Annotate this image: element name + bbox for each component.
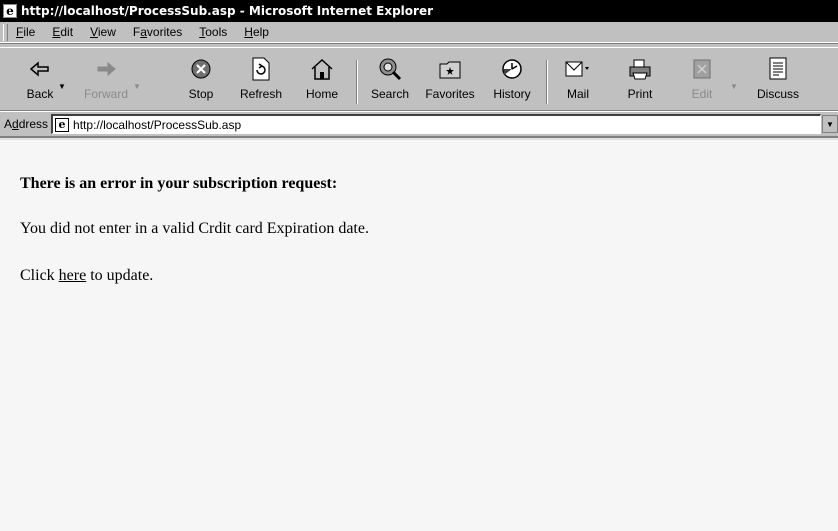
menu-edit[interactable]: Edit	[50, 24, 75, 40]
ie-icon[interactable]: e	[3, 4, 17, 18]
discuss-button[interactable]: Discuss	[752, 56, 804, 108]
stop-icon	[188, 56, 214, 82]
home-icon	[309, 56, 335, 82]
menu-help[interactable]: Help	[242, 24, 271, 40]
search-globe-icon	[377, 56, 403, 82]
edit-button[interactable]: Edit	[676, 56, 728, 108]
update-prompt-prefix: Click	[20, 267, 59, 284]
page-icon: e	[55, 117, 70, 132]
refresh-button[interactable]: Refresh	[235, 56, 287, 108]
address-dropdown-icon[interactable]: ▼	[822, 115, 838, 133]
window-title: http://localhost/ProcessSub.asp - Micros…	[21, 4, 434, 18]
update-prompt: Click here to update.	[20, 267, 153, 285]
menu-tools[interactable]: Tools	[197, 24, 229, 40]
menu-view[interactable]: View	[88, 24, 118, 40]
forward-button[interactable]: Forward	[80, 56, 132, 108]
print-button[interactable]: Print	[614, 56, 666, 108]
favorites-folder-icon	[437, 56, 463, 82]
forward-dropdown-icon[interactable]: ▼	[133, 82, 141, 91]
mail-icon	[565, 56, 591, 82]
page-content: There is an error in your subscription r…	[0, 140, 838, 531]
address-input[interactable]	[73, 117, 754, 132]
edit-icon	[689, 56, 715, 82]
printer-icon	[627, 56, 653, 82]
back-dropdown-icon[interactable]: ▼	[58, 82, 66, 91]
update-prompt-suffix: to update.	[86, 267, 154, 284]
menu-file[interactable]: File	[14, 24, 37, 40]
error-message: You did not enter in a valid Crdit card …	[20, 220, 369, 237]
menu-grip[interactable]	[3, 23, 8, 41]
menu-bar: File Edit View Favorites Tools Help	[0, 22, 838, 43]
history-icon	[499, 56, 525, 82]
address-bar: Address e ▼	[0, 111, 838, 137]
forward-arrow-icon	[93, 56, 119, 82]
standard-toolbar: Back ▼ Forward ▼ Stop Refresh Home Searc…	[0, 43, 838, 111]
menu-favorites[interactable]: Favorites	[131, 24, 184, 40]
stop-button[interactable]: Stop	[175, 56, 227, 108]
home-button[interactable]: Home	[296, 56, 348, 108]
toolbar-separator	[356, 60, 358, 104]
search-button[interactable]: Search	[364, 56, 416, 108]
favorites-button[interactable]: Favorites	[424, 56, 476, 108]
address-box: e	[51, 114, 822, 134]
address-label: Address	[4, 117, 49, 131]
refresh-icon	[248, 56, 274, 82]
edit-dropdown-icon[interactable]: ▼	[730, 82, 738, 91]
error-heading: There is an error in your subscription r…	[20, 175, 338, 192]
back-arrow-icon	[27, 56, 53, 82]
history-button[interactable]: History	[486, 56, 538, 108]
here-link[interactable]: here	[59, 267, 87, 284]
title-bar: e http://localhost/ProcessSub.asp - Micr…	[0, 0, 838, 22]
toolbar-separator	[546, 60, 548, 104]
mail-button[interactable]: Mail	[552, 56, 604, 108]
discuss-icon	[765, 56, 791, 82]
